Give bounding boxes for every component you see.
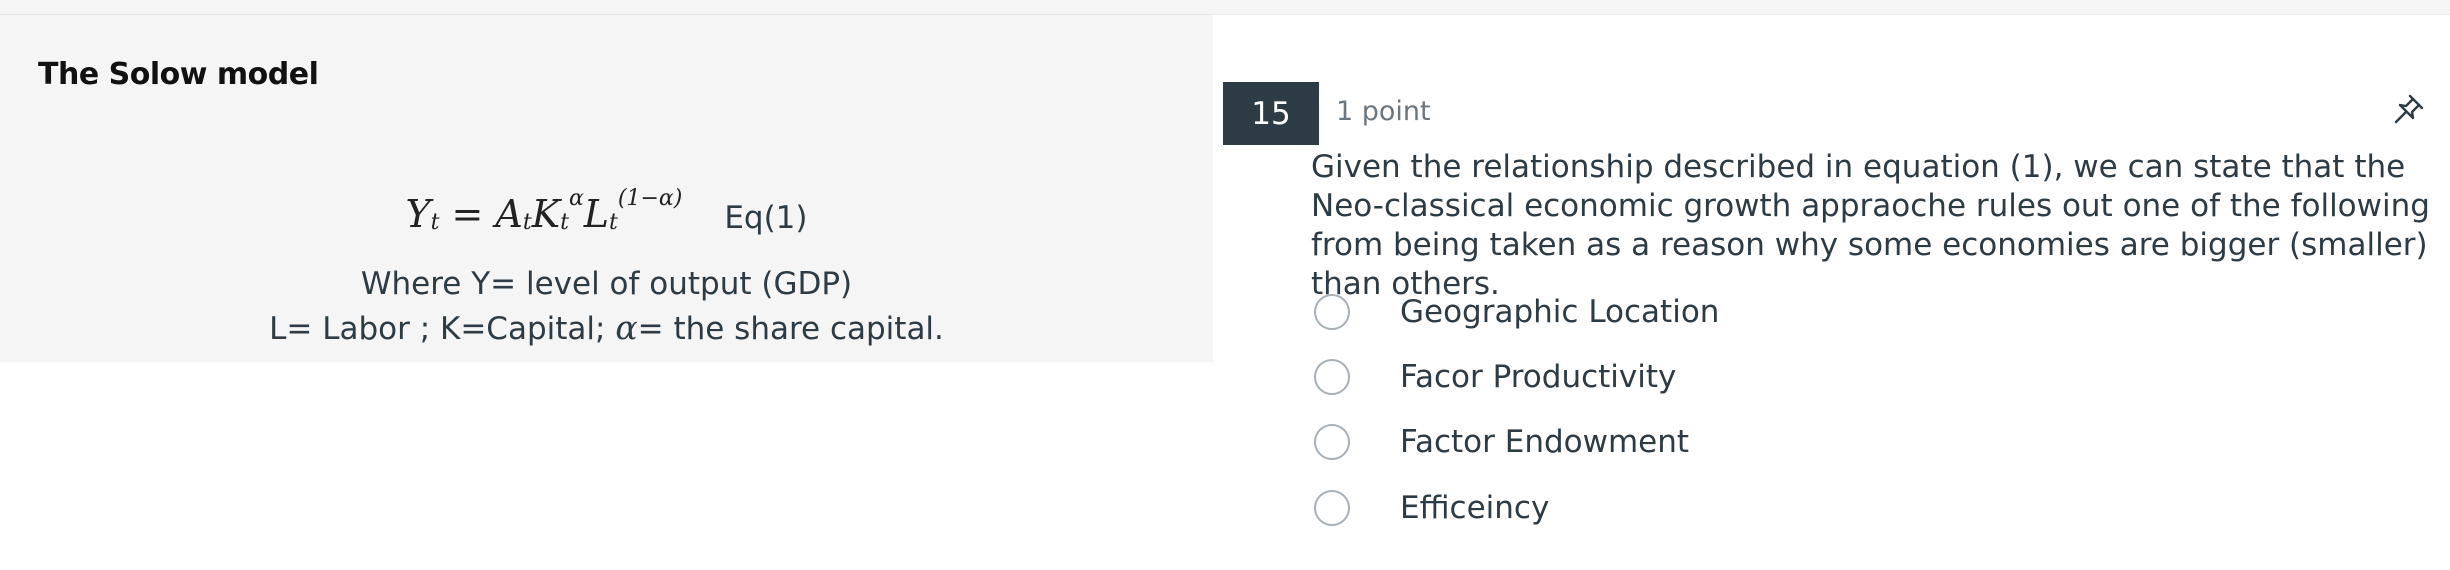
question-text: Given the relationship described in equa…: [1311, 149, 2430, 302]
equation-row: Yt = AtKtαLt(1−α) Eq(1): [0, 186, 1213, 244]
definitions-prefix: L= Labor ; K=Capital;: [269, 311, 616, 347]
top-divider: [0, 0, 2450, 15]
question-points: 1 point: [1336, 96, 1431, 127]
equation-label: Eq(1): [724, 200, 808, 236]
radio-button[interactable]: [1314, 359, 1350, 395]
answer-label: Efficeincy: [1400, 490, 1550, 526]
pin-icon[interactable]: [2388, 90, 2428, 130]
radio-button[interactable]: [1314, 490, 1350, 526]
question-number: 15: [1223, 82, 1319, 145]
pin-icon-glyph: [2394, 94, 2424, 124]
equation-definitions: L= Labor ; K=Capital; α= the share capit…: [0, 308, 1213, 347]
answer-option-1[interactable]: Geographic Location: [1311, 282, 2011, 342]
answer-option-4[interactable]: Efficeincy: [1311, 478, 2011, 538]
answer-option-2[interactable]: Facor Productivity: [1311, 347, 2011, 407]
answer-label: Factor Endowment: [1400, 424, 1690, 460]
definitions-suffix: = the share capital.: [637, 311, 944, 347]
radio-button[interactable]: [1314, 424, 1350, 460]
radio-button[interactable]: [1314, 294, 1350, 330]
answer-label: Facor Productivity: [1400, 359, 1677, 395]
solow-equation: Yt = AtKtαLt(1−α): [405, 186, 683, 236]
answer-label: Geographic Location: [1400, 294, 1720, 330]
answer-option-3[interactable]: Factor Endowment: [1311, 412, 2011, 472]
stimulus-title: The Solow model: [38, 57, 319, 92]
alpha-symbol: α: [615, 308, 638, 347]
stimulus-panel: The Solow model Yt = AtKtαLt(1−α) Eq(1) …: [0, 15, 1213, 362]
equation-where-text: Where Y= level of output (GDP): [360, 266, 853, 302]
